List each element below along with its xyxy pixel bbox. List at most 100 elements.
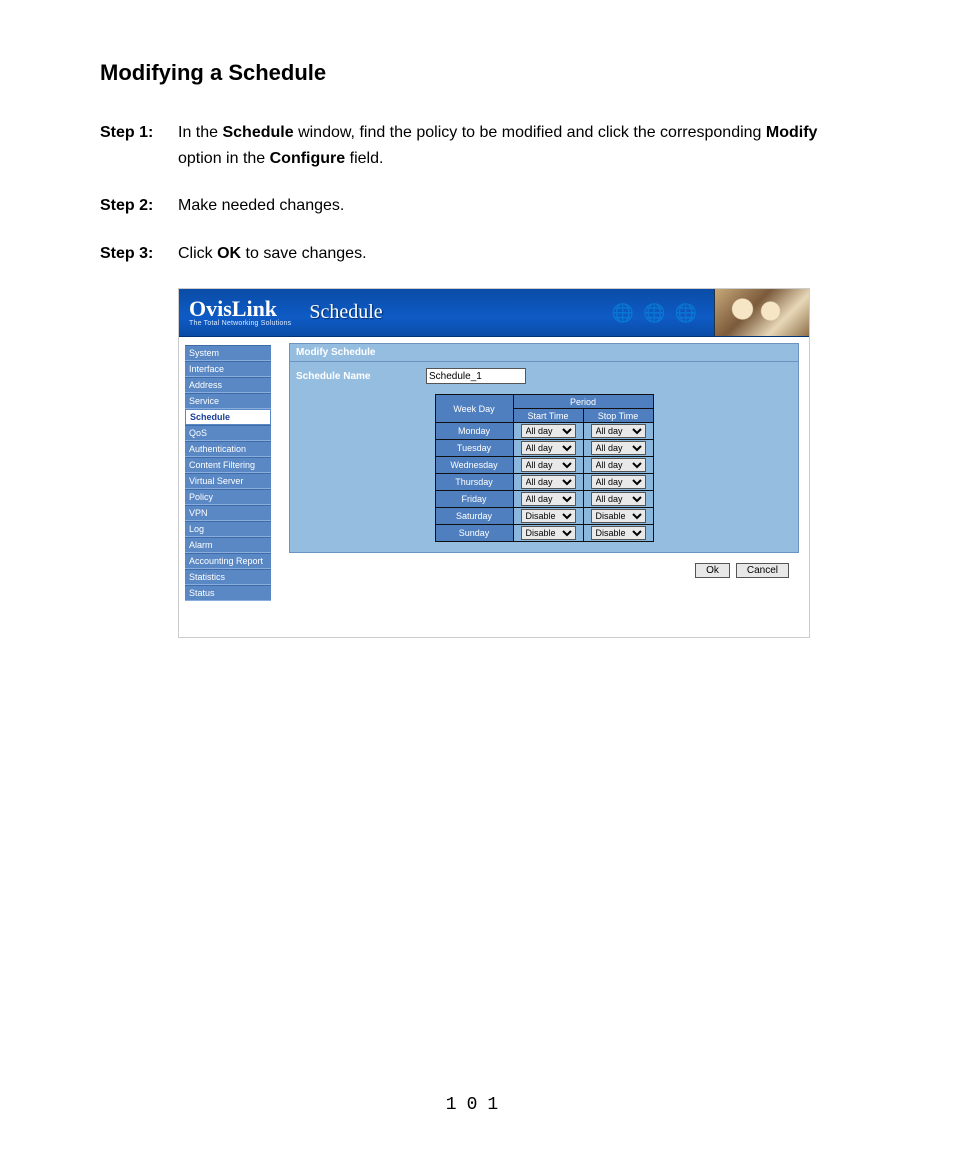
- sidebar-item-system[interactable]: System: [185, 345, 271, 361]
- day-label: Saturday: [435, 508, 513, 525]
- schedule-name-input[interactable]: [426, 368, 526, 384]
- step-2-body: Make needed changes.: [178, 193, 854, 219]
- bold: Schedule: [222, 124, 293, 141]
- sidebar-item-alarm[interactable]: Alarm: [185, 537, 271, 553]
- start-time-select[interactable]: All day: [521, 424, 576, 438]
- text: to save changes.: [241, 245, 366, 262]
- logo-block: OvisLink The Total Networking Solutions: [179, 298, 291, 327]
- step-1-label: Step 1:: [100, 120, 178, 171]
- start-cell: Disable: [513, 525, 583, 542]
- modify-schedule-panel: Modify Schedule Schedule Name Week Day P…: [289, 343, 799, 553]
- stop-cell: Disable: [583, 525, 653, 542]
- sidebar-item-log[interactable]: Log: [185, 521, 271, 537]
- col-period: Period: [513, 395, 653, 409]
- start-time-select[interactable]: Disable: [521, 509, 576, 523]
- stop-cell: Disable: [583, 508, 653, 525]
- sidebar-item-interface[interactable]: Interface: [185, 361, 271, 377]
- day-label: Thursday: [435, 474, 513, 491]
- day-label: Wednesday: [435, 457, 513, 474]
- day-label: Monday: [435, 423, 513, 440]
- start-cell: Disable: [513, 508, 583, 525]
- table-row: Wednesday All day All day: [435, 457, 653, 474]
- stop-cell: All day: [583, 423, 653, 440]
- start-time-select[interactable]: All day: [521, 441, 576, 455]
- main-panel: Modify Schedule Schedule Name Week Day P…: [279, 337, 809, 637]
- logo-sub: The Total Networking Solutions: [189, 320, 291, 327]
- step-3-label: Step 3:: [100, 241, 178, 267]
- col-start: Start Time: [513, 409, 583, 423]
- text: In the: [178, 124, 222, 141]
- stop-cell: All day: [583, 440, 653, 457]
- start-cell: All day: [513, 423, 583, 440]
- schedule-table: Week Day Period Start Time Stop Time Mon…: [435, 394, 654, 542]
- sidebar-item-statistics[interactable]: Statistics: [185, 569, 271, 585]
- stop-cell: All day: [583, 491, 653, 508]
- page-title: Modifying a Schedule: [100, 60, 854, 86]
- col-stop: Stop Time: [583, 409, 653, 423]
- step-2-label: Step 2:: [100, 193, 178, 219]
- text: field.: [345, 150, 383, 167]
- sidebar-item-accounting-report[interactable]: Accounting Report: [185, 553, 271, 569]
- day-label: Tuesday: [435, 440, 513, 457]
- app-banner: OvisLink The Total Networking Solutions …: [179, 289, 809, 337]
- button-row: Ok Cancel: [289, 553, 799, 608]
- banner-section: Schedule: [309, 301, 382, 324]
- step-3: Step 3: Click OK to save changes.: [100, 241, 854, 267]
- table-row: Saturday Disable Disable: [435, 508, 653, 525]
- sidebar-item-service[interactable]: Service: [185, 393, 271, 409]
- sidebar: SystemInterfaceAddressServiceScheduleQoS…: [179, 337, 279, 637]
- sidebar-item-qos[interactable]: QoS: [185, 425, 271, 441]
- sidebar-item-schedule[interactable]: Schedule: [185, 409, 271, 425]
- sidebar-item-vpn[interactable]: VPN: [185, 505, 271, 521]
- ok-button[interactable]: Ok: [695, 563, 730, 578]
- stop-time-select[interactable]: All day: [591, 441, 646, 455]
- cancel-button[interactable]: Cancel: [736, 563, 789, 578]
- sidebar-item-content-filtering[interactable]: Content Filtering: [185, 457, 271, 473]
- col-weekday: Week Day: [435, 395, 513, 423]
- step-2: Step 2: Make needed changes.: [100, 193, 854, 219]
- day-label: Friday: [435, 491, 513, 508]
- sidebar-item-address[interactable]: Address: [185, 377, 271, 393]
- text: window, find the policy to be modified a…: [294, 124, 766, 141]
- page-number: 101: [0, 1095, 954, 1115]
- stop-cell: All day: [583, 474, 653, 491]
- logo-text: OvisLink: [189, 298, 291, 320]
- sidebar-item-policy[interactable]: Policy: [185, 489, 271, 505]
- stop-time-select[interactable]: All day: [591, 424, 646, 438]
- start-cell: All day: [513, 457, 583, 474]
- bold: OK: [217, 245, 241, 262]
- schedule-name-row: Schedule Name: [290, 362, 798, 394]
- sidebar-item-virtual-server[interactable]: Virtual Server: [185, 473, 271, 489]
- banner-photo: [714, 289, 809, 337]
- table-row: Monday All day All day: [435, 423, 653, 440]
- text: Click: [178, 245, 217, 262]
- start-time-select[interactable]: All day: [521, 458, 576, 472]
- sidebar-item-authentication[interactable]: Authentication: [185, 441, 271, 457]
- step-1: Step 1: In the Schedule window, find the…: [100, 120, 854, 171]
- stop-time-select[interactable]: Disable: [591, 509, 646, 523]
- panel-header: Modify Schedule: [290, 344, 798, 362]
- screenshot-figure: OvisLink The Total Networking Solutions …: [178, 288, 810, 638]
- start-time-select[interactable]: Disable: [521, 526, 576, 540]
- table-row: Thursday All day All day: [435, 474, 653, 491]
- table-row: Friday All day All day: [435, 491, 653, 508]
- start-cell: All day: [513, 491, 583, 508]
- start-time-select[interactable]: All day: [521, 475, 576, 489]
- bold: Configure: [270, 150, 346, 167]
- sidebar-item-status[interactable]: Status: [185, 585, 271, 601]
- step-1-body: In the Schedule window, find the policy …: [178, 120, 854, 171]
- stop-cell: All day: [583, 457, 653, 474]
- start-time-select[interactable]: All day: [521, 492, 576, 506]
- stop-time-select[interactable]: Disable: [591, 526, 646, 540]
- table-row: Sunday Disable Disable: [435, 525, 653, 542]
- stop-time-select[interactable]: All day: [591, 492, 646, 506]
- bold: Modify: [766, 124, 818, 141]
- day-label: Sunday: [435, 525, 513, 542]
- stop-time-select[interactable]: All day: [591, 458, 646, 472]
- step-3-body: Click OK to save changes.: [178, 241, 854, 267]
- start-cell: All day: [513, 474, 583, 491]
- schedule-name-label: Schedule Name: [296, 371, 426, 382]
- table-row: Tuesday All day All day: [435, 440, 653, 457]
- stop-time-select[interactable]: All day: [591, 475, 646, 489]
- text: option in the: [178, 150, 270, 167]
